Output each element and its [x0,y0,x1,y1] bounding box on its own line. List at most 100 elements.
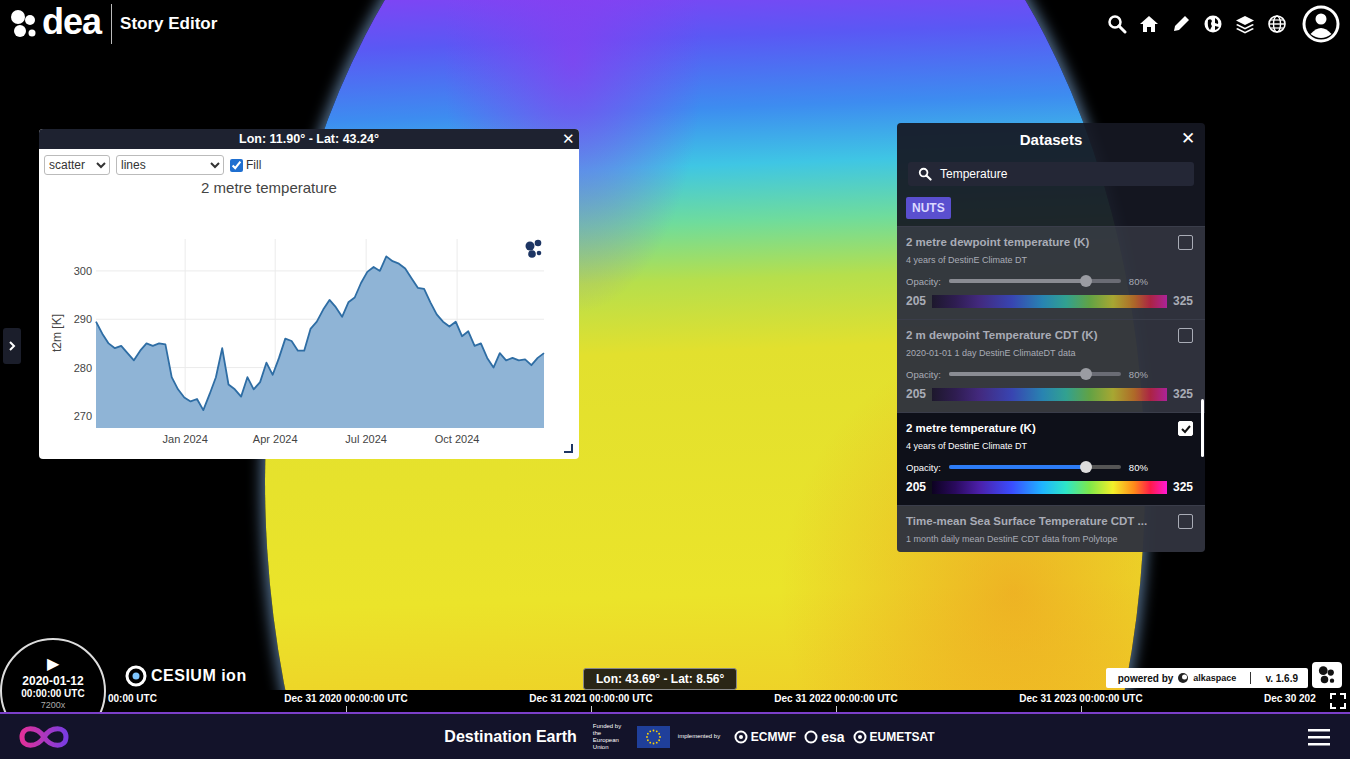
clock-time: 00:00:00 UTC [21,688,84,700]
dataset-item[interactable]: Time-mean Sea Surface Temperature CDT ..… [897,506,1205,552]
partner-logo[interactable]: ECMWF [734,730,796,744]
hamburger-menu-icon[interactable] [1308,728,1330,746]
funded-by-text: Funded by the European Union [593,723,629,751]
range-max: 325 [1173,387,1193,401]
chart-popup[interactable]: Lon: 11.90° - Lat: 43.24°✕ scatter lines Fi… [39,129,579,459]
resize-handle-icon[interactable] [563,443,573,453]
powered-by-label: powered by [1118,673,1174,684]
home-button[interactable] [1134,9,1164,39]
account-button[interactable] [1300,3,1342,45]
opacity-slider[interactable] [949,372,1121,376]
clock-speed: 7200x [41,700,66,711]
dataset-title: 2 metre dewpoint temperature (K) [906,234,1089,250]
range-max: 325 [1173,480,1193,494]
scrollbar-thumb[interactable] [1201,399,1204,457]
partner-logo[interactable]: EUMETSAT [853,730,935,744]
app-title: Story Editor [120,14,217,34]
dataset-title: Time-mean Sea Surface Temperature CDT ..… [906,513,1147,529]
tag-list: NUTS [897,186,1205,227]
opacity-row: Opacity:80% [906,460,1193,474]
play-button[interactable]: ▶ [47,654,59,674]
footer-title: Destination Earth [444,728,576,746]
partner-name: EUMETSAT [870,730,935,744]
dataset-item[interactable]: 2 metre temperature (K) 4 years of Destin… [897,413,1205,506]
filter-tag[interactable]: NUTS [906,197,951,219]
opacity-reading: 80% [1129,276,1148,287]
dataset-item-header: 2 m dewpoint Temperature CDT (K) [906,327,1193,343]
datasets-panel: Datasets✕ Temperature NUTS 2 metre dewpoint… [897,123,1205,552]
y-tick: 300 [74,265,92,277]
world-grid-icon [1267,14,1287,34]
close-button[interactable]: ✕ [562,130,575,148]
dataset-checkbox[interactable] [1178,421,1193,436]
toolbar [1102,3,1342,45]
user-avatar-icon [1301,4,1341,44]
y-tick: 280 [74,362,92,374]
opacity-slider[interactable] [949,465,1121,469]
close-button[interactable]: ✕ [1181,128,1195,150]
x-tick: Apr 2024 [253,433,298,445]
layers-button[interactable] [1230,9,1260,39]
dataset-subtitle: 4 years of DestinE Climate DT [906,440,1193,452]
chart-title: 2 metre temperature [39,179,579,197]
timeline-label: Dec 31 2021 00:00:00 UTC [529,693,652,704]
search-button[interactable] [1102,9,1132,39]
powered-by-badge[interactable]: powered byalkaspacev. 1.6.9 [1106,668,1308,688]
timeline-label: Dec 31 2023 00:00:00 UTC [1019,693,1142,704]
partner-logo[interactable]: esa [804,729,844,745]
fill-label: Fill [246,158,261,172]
partner-emblem-icon [734,730,748,744]
colorbar-row: 205325 [906,293,1193,309]
side-panel-toggle[interactable] [3,328,21,364]
dataset-item-header: 2 metre temperature (K) [906,420,1193,436]
destine-infinity-logo-icon[interactable] [17,723,71,751]
dataset-checkbox[interactable] [1178,328,1193,343]
brand-logo[interactable]: dea [8,4,101,44]
plot-type-select[interactable]: scatter [44,155,110,175]
dataset-item-header: 2 metre dewpoint temperature (K) [906,234,1193,250]
timeline-label: 00:00 UTC [108,693,157,704]
pencil-icon [1171,14,1191,34]
badge-divider [1250,672,1251,684]
dataset-checkbox[interactable] [1178,235,1193,250]
y-axis-label: t2m [K] [50,314,64,352]
projection-button[interactable] [1262,9,1292,39]
powered-by-group: powered byalkaspacev. 1.6.9 [1106,662,1342,688]
slider-thumb[interactable] [1080,275,1092,287]
dea-logo-icon [1317,665,1337,685]
chart-controls: scatter lines Fill [39,149,579,175]
cesium-logo[interactable]: CESIUM ion [125,665,247,688]
x-tick: Oct 2024 [435,433,480,445]
fullscreen-icon[interactable] [1330,693,1346,709]
plot-mode-select[interactable]: lines [116,155,224,175]
slider-thumb[interactable] [1080,368,1092,380]
fill-checkbox[interactable] [230,159,243,172]
dataset-item[interactable]: 2 metre dewpoint temperature (K) 4 years … [897,227,1205,320]
checkmark-icon [1180,423,1192,435]
search-icon [1107,14,1127,34]
search-value: Temperature [940,167,1007,181]
line-series[interactable] [96,256,544,410]
dataset-subtitle: 4 years of DestinE Climate DT [906,254,1193,266]
popup-header[interactable]: Lon: 11.90° - Lat: 43.24°✕ [39,129,579,149]
header-divider [111,4,112,44]
opacity-label: Opacity: [906,369,941,380]
plotly-logo-icon[interactable] [526,240,542,258]
dea-button[interactable] [1312,662,1342,688]
dataset-item[interactable]: 2 m dewpoint Temperature CDT (K)2020-01-… [897,320,1205,413]
dataset-checkbox[interactable] [1178,514,1193,529]
timeline[interactable]: 00:00 UTCDec 31 2020 00:00:00 UTCDec 31 … [0,690,1350,712]
home-icon [1139,14,1159,34]
dataset-title: 2 m dewpoint Temperature CDT (K) [906,327,1097,343]
hover-coordinates-tooltip: Lon: 43.69° - Lat: 8.56° [583,668,737,690]
opacity-reading: 80% [1129,462,1148,473]
globe-button[interactable] [1198,9,1228,39]
opacity-slider[interactable] [949,279,1121,283]
slider-thumb[interactable] [1080,461,1092,473]
dataset-search-field[interactable]: Temperature [908,162,1194,186]
panel-header: Datasets✕ [897,123,1205,155]
line-chart[interactable]: 270280290300Jan 2024Apr 2024Jul 2024Oct … [39,197,579,459]
data-series [96,256,544,428]
fill-checkbox-row[interactable]: Fill [230,158,261,172]
edit-button[interactable] [1166,9,1196,39]
